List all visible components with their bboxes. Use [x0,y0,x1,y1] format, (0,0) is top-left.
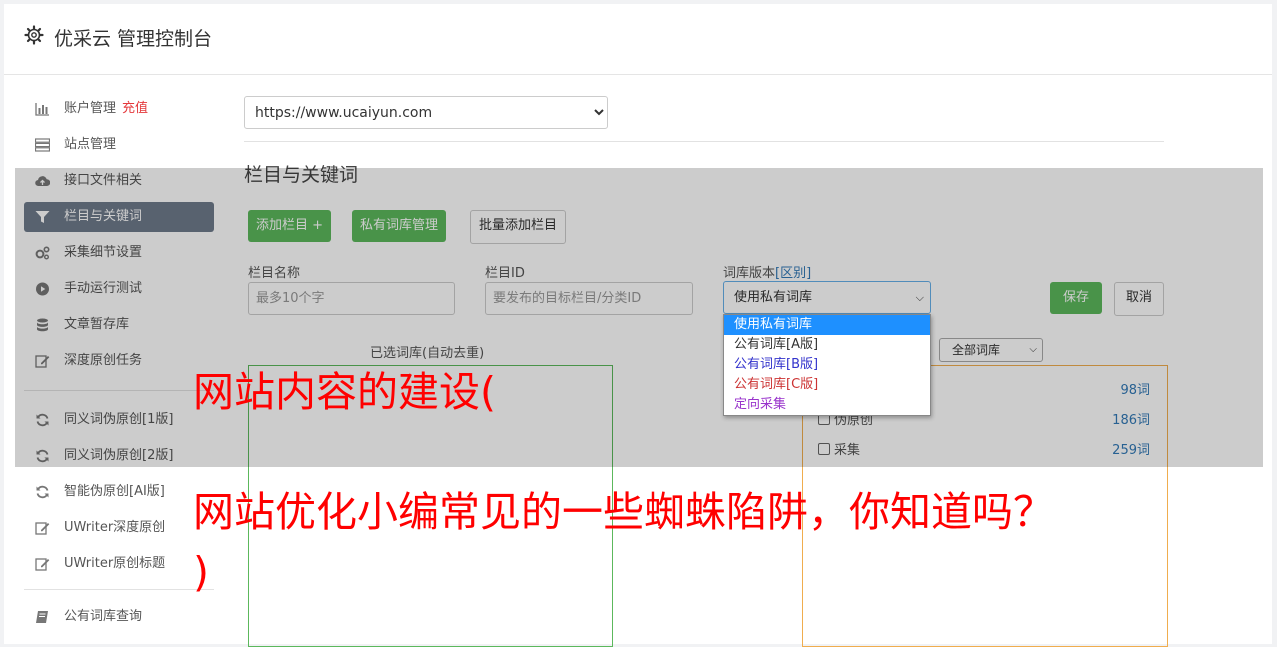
sidebar-item-label: 同义词伪原创[2版] [64,448,174,463]
sidebar-item-sites[interactable]: 站点管理 [24,130,214,160]
refresh-icon [36,485,49,499]
selected-lib-title: 已选词库(自动去重) [370,346,485,361]
sidebar-item-collection-settings[interactable]: 采集细节设置 [24,238,214,268]
column-name-input[interactable]: 最多10个字 [248,282,455,315]
lib-version-label: 词库版本[区别] [723,262,811,281]
server-icon [35,138,50,152]
sidebar-item-public-lib-query[interactable]: 公有词库查询 [24,602,214,632]
sidebar-item-deep-original-task[interactable]: 深度原创任务 [24,346,214,376]
version-option-private[interactable]: 使用私有词库 [724,315,930,335]
header: 优采云 管理控制台 [4,4,1272,75]
chevron-down-icon: ⌵ [915,291,924,304]
filter-icon [35,211,50,223]
version-option-directed[interactable]: 定向采集 [724,395,930,415]
lib-row[interactable]: 采集 259词 [818,440,1150,462]
sidebar-item-label: 同义词伪原创[1版] [64,412,174,427]
lib-version-diff-link[interactable]: [区别] [775,266,811,281]
sidebar-item-label: 智能伪原创[AI版] [64,484,165,499]
site-select[interactable]: https://www.ucaiyun.com [244,96,608,129]
column-id-label: 栏目ID [485,266,525,281]
sidebar-item-label: 深度原创任务 [64,353,143,368]
caption-line-3: ) [193,548,209,596]
sidebar-item-columns-keywords[interactable]: 栏目与关键词 [24,202,214,232]
section-title: 栏目与关键词 [244,164,359,186]
refresh-icon [36,413,49,427]
gear-icon [24,25,44,45]
gears-icon [35,246,50,260]
sidebar-item-label: 栏目与关键词 [64,209,143,224]
sidebar-item-interface-files[interactable]: 接口文件相关 [24,166,214,196]
sidebar-item-label: 文章暂存库 [64,317,130,332]
lib-checkbox[interactable] [818,443,830,455]
sidebar-item-uwriter-deep[interactable]: UWriter深度原创 [24,513,214,543]
lib-version-label-text: 词库版本 [723,266,776,281]
sidebar-item-label: 站点管理 [64,137,117,152]
cloud-upload-icon [35,176,50,187]
bar-chart-icon [35,103,49,116]
edit-icon [35,355,50,368]
private-lib-button[interactable]: 私有词库管理 [352,210,447,242]
divider [244,141,1164,142]
chevron-down-icon: ⌵ [1029,344,1037,355]
lib-version-value: 使用私有词库 [734,290,813,305]
sidebar-item-label: 手动运行测试 [64,281,143,296]
sidebar-item-label: 账户管理 [64,101,117,116]
database-icon [37,318,48,332]
column-id-input[interactable]: 要发布的目标栏目/分类ID [485,282,693,315]
sidebar-divider [24,390,214,391]
lib-filter-value: 全部词库 [952,343,1001,357]
sidebar-item-account[interactable]: 账户管理 充值 [24,94,214,124]
app-title: 优采云 管理控制台 [54,28,213,50]
lib-name: 采集 [834,443,861,458]
lib-version-select[interactable]: 使用私有词库 ⌵ [723,281,931,314]
sidebar-item-synonym-v2[interactable]: 同义词伪原创[2版] [24,441,214,471]
cancel-button[interactable]: 取消 [1114,282,1165,316]
lib-count: 98词 [1120,383,1150,398]
refresh-icon [36,449,49,463]
version-option-public-c[interactable]: 公有词库[C版] [724,375,930,395]
sidebar-item-smart-ai[interactable]: 智能伪原创[AI版] [24,477,214,507]
sidebar-item-article-storage[interactable]: 文章暂存库 [24,310,214,340]
caption-line-1: 网站内容的建设( [193,368,496,416]
edit-icon [35,558,50,571]
version-option-public-a[interactable]: 公有词库[A版] [724,335,930,355]
save-button[interactable]: 保存 [1050,282,1103,314]
lib-count: 259词 [1112,443,1150,458]
sidebar-item-label: 公有词库查询 [64,609,143,624]
batch-add-column-button[interactable]: 批量添加栏目 [470,210,567,244]
add-column-button[interactable]: 添加栏目 + [248,210,332,242]
recharge-link[interactable]: 充值 [122,101,148,116]
edit-icon [35,522,50,535]
play-circle-icon [36,282,49,296]
lib-count: 186词 [1112,413,1150,428]
sidebar-item-synonym-v1[interactable]: 同义词伪原创[1版] [24,405,214,435]
sidebar-item-label: UWriter原创标题 [64,556,166,571]
sidebar: 账户管理 充值 站点管理 接口文件相关 栏目与关键词 采集细节设置 手动运行测试 … [24,94,214,638]
sidebar-divider [24,589,214,590]
sidebar-item-label: UWriter深度原创 [64,520,166,535]
sidebar-item-manual-run[interactable]: 手动运行测试 [24,274,214,304]
column-name-label: 栏目名称 [248,266,301,281]
sidebar-item-label: 接口文件相关 [64,173,143,188]
sidebar-item-uwriter-title[interactable]: UWriter原创标题 [24,549,214,579]
lib-version-dropdown: 使用私有词库 公有词库[A版] 公有词库[B版] 公有词库[C版] 定向采集 [723,314,931,416]
sidebar-item-label: 采集细节设置 [64,245,143,260]
caption-line-2: 网站优化小编常见的一些蜘蛛陷阱，你知道吗？ [193,488,1054,536]
lib-filter-select[interactable]: 全部词库 ⌵ [939,338,1043,362]
book-icon [36,611,48,623]
version-option-public-b[interactable]: 公有词库[B版] [724,355,930,375]
